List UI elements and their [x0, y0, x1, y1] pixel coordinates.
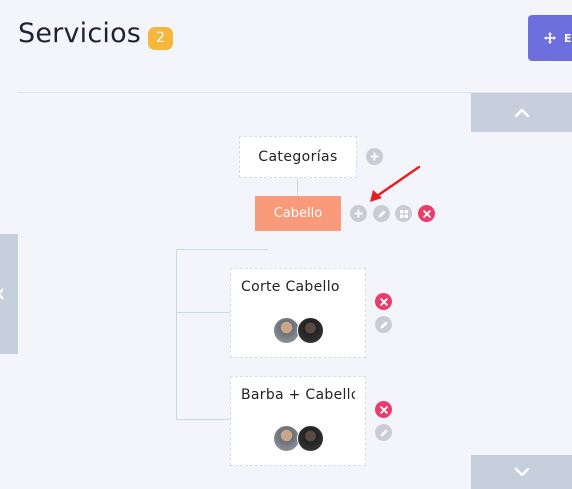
chevron-down-icon [514, 467, 529, 477]
service-name: Barba + Cabello [241, 387, 355, 403]
edit-service-button[interactable] [375, 316, 392, 333]
connector-line [297, 178, 298, 196]
close-icon [422, 209, 431, 218]
service-name: Corte Cabello [241, 279, 340, 295]
avatar [273, 317, 300, 344]
move-icon [544, 32, 556, 44]
root-category-node[interactable]: Categorías [239, 136, 357, 178]
delete-service-button[interactable] [375, 293, 392, 310]
close-icon [379, 297, 388, 306]
connector-line [176, 312, 230, 313]
chevron-up-icon [514, 108, 529, 117]
avatar [273, 425, 300, 452]
edit-service-button[interactable] [375, 424, 392, 441]
connector-line [176, 249, 268, 250]
plus-icon [370, 152, 379, 161]
grid-icon [399, 209, 408, 218]
service-node[interactable]: Corte Cabello [230, 268, 366, 358]
connector-line [176, 419, 230, 420]
plus-icon [354, 209, 363, 218]
staff-avatars [273, 425, 324, 452]
chevron-left-icon [0, 288, 4, 300]
pencil-icon [380, 428, 388, 436]
scroll-up-button[interactable] [471, 93, 572, 132]
page-title: Servicios [18, 18, 142, 49]
staff-avatars [273, 317, 324, 344]
pencil-icon [378, 209, 386, 217]
pencil-icon [380, 320, 388, 328]
category-node[interactable]: Cabello [255, 196, 341, 231]
count-badge: 2 [148, 27, 173, 50]
move-button-label: E [564, 31, 572, 45]
avatar [297, 317, 324, 344]
move-button[interactable]: E [528, 15, 572, 61]
connector-line [176, 249, 177, 419]
side-panel-handle[interactable] [0, 234, 18, 354]
delete-service-button[interactable] [375, 401, 392, 418]
scroll-down-button[interactable] [471, 455, 572, 489]
service-node[interactable]: Barba + Cabello [230, 376, 366, 466]
close-icon [379, 405, 388, 414]
annotation-arrow [370, 165, 421, 202]
avatar [297, 425, 324, 452]
